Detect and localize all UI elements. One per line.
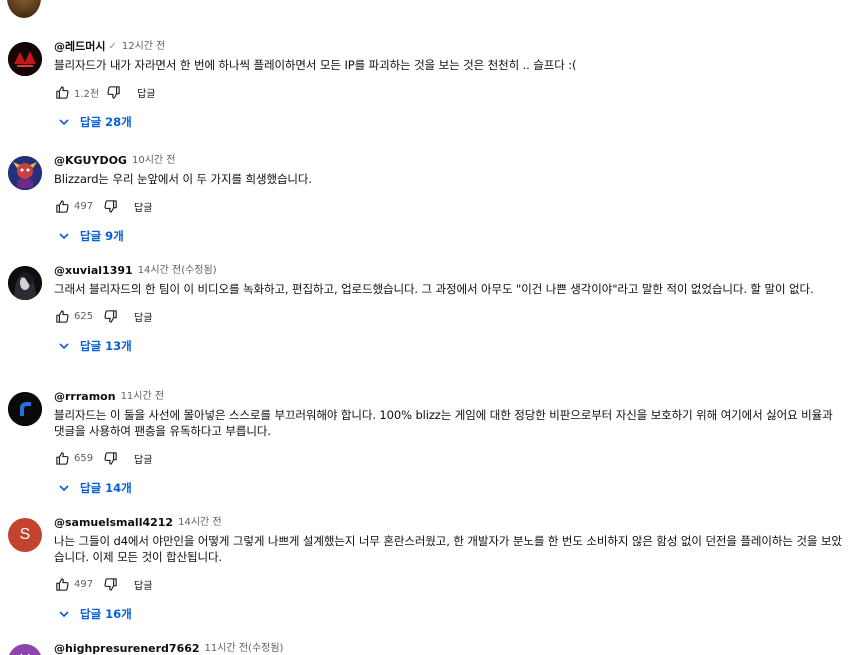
- avatar[interactable]: S: [8, 518, 42, 552]
- previous-comment-avatar[interactable]: [7, 0, 41, 18]
- avatar[interactable]: [8, 392, 42, 426]
- reply-button[interactable]: 답글: [134, 199, 152, 214]
- avatar[interactable]: H: [8, 644, 42, 655]
- character-avatar-icon: [8, 156, 42, 190]
- verified-check-icon: ✓: [108, 41, 117, 52]
- view-replies-button[interactable]: 답글 13개: [58, 336, 846, 356]
- replies-count: 답글 14개: [80, 481, 132, 495]
- comment-time[interactable]: 10시간 전: [132, 154, 176, 168]
- avatar[interactable]: [8, 266, 42, 300]
- comment-actions: 659 답글: [54, 447, 846, 469]
- avatar[interactable]: [8, 42, 42, 76]
- chevron-down-icon: [58, 116, 70, 128]
- dislike-button[interactable]: [102, 576, 118, 592]
- logo-avatar-icon: [8, 392, 42, 426]
- comment-author[interactable]: @rrramon: [54, 390, 116, 404]
- view-replies-button[interactable]: 답글 16개: [58, 604, 846, 624]
- comment-author[interactable]: @samuelsmall4212: [54, 516, 173, 530]
- red-mercy-avatar-icon: [8, 42, 42, 76]
- comment-author[interactable]: @xuvial1391: [54, 264, 133, 278]
- comment-time[interactable]: 11시간 전(수정됨): [205, 642, 284, 655]
- like-count: 497: [74, 578, 94, 590]
- chevron-down-icon: [58, 230, 70, 242]
- comment-time[interactable]: 11시간 전: [121, 390, 165, 404]
- comment-header: @xuvial1391 14시간 전(수정됨): [54, 264, 846, 278]
- chevron-down-icon: [58, 482, 70, 494]
- comment-actions: 1.2천 답글: [54, 81, 846, 103]
- thumbs-up-icon: [55, 577, 69, 591]
- thumbs-down-icon: [103, 577, 117, 591]
- view-replies-button[interactable]: 답글 9개: [58, 226, 846, 246]
- thumbs-up-icon: [55, 451, 69, 465]
- chevron-down-icon: [58, 608, 70, 620]
- chevron-down-icon: [58, 340, 70, 352]
- comment-time[interactable]: 14시간 전: [178, 516, 222, 530]
- comment-time[interactable]: 12시간 전: [122, 40, 166, 54]
- comment-actions: 497 답글: [54, 573, 846, 595]
- reply-button[interactable]: 답글: [137, 85, 155, 100]
- thumbs-up-icon: [55, 199, 69, 213]
- comment-text: 블리자드는 이 둘을 사선에 몰아넣은 스스로를 부끄러워해야 합니다. 100…: [54, 408, 833, 438]
- like-button[interactable]: [54, 576, 70, 592]
- thumbs-up-icon: [55, 85, 69, 99]
- like-count: 659: [74, 452, 94, 464]
- dislike-button[interactable]: [102, 308, 118, 324]
- view-replies-button[interactable]: 답글 14개: [58, 478, 846, 498]
- comment-text: 그래서 블리자드의 한 팀이 이 비디오를 녹화하고, 편집하고, 업로드했습니…: [54, 282, 814, 296]
- comment-author[interactable]: @highpresurenerd7662: [54, 642, 200, 655]
- comment-actions: 625 답글: [54, 305, 846, 327]
- comment-author[interactable]: @KGUYDOG: [54, 154, 127, 168]
- replies-count: 답글 16개: [80, 607, 132, 621]
- reply-button[interactable]: 답글: [134, 577, 152, 592]
- dislike-button[interactable]: [102, 198, 118, 214]
- like-button[interactable]: [54, 198, 70, 214]
- comment-header: @highpresurenerd7662 11시간 전(수정됨): [54, 642, 846, 655]
- view-replies-button[interactable]: 답글 28개: [58, 112, 846, 132]
- like-button[interactable]: [54, 84, 70, 100]
- comment-header: @KGUYDOG 10시간 전: [54, 154, 846, 168]
- thumbs-up-icon: [55, 309, 69, 323]
- like-count: 625: [74, 310, 94, 322]
- thumbs-down-icon: [107, 85, 120, 99]
- like-button[interactable]: [54, 308, 70, 324]
- dislike-button[interactable]: [105, 84, 121, 100]
- dark-character-avatar-icon: [8, 266, 42, 300]
- comment-actions: 497 답글: [54, 195, 846, 217]
- comment-header: @samuelsmall4212 14시간 전: [54, 516, 846, 530]
- comment-text: 나는 그들이 d4에서 야만인을 어떻게 그렇게 나쁘게 설계했는지 너무 혼란…: [54, 534, 842, 564]
- reply-button[interactable]: 답글: [134, 451, 152, 466]
- comment-header: @레드머시 ✓ 12시간 전: [54, 40, 846, 54]
- dislike-button[interactable]: [102, 450, 118, 466]
- avatar-letter: S: [19, 526, 31, 543]
- like-button[interactable]: [54, 450, 70, 466]
- replies-count: 답글 28개: [80, 115, 132, 129]
- replies-count: 답글 9개: [80, 229, 124, 243]
- thumbs-down-icon: [103, 451, 117, 465]
- comment-header: @rrramon 11시간 전: [54, 390, 846, 404]
- comment-time[interactable]: 14시간 전(수정됨): [138, 264, 217, 278]
- comment-text: Blizzard는 우리 눈앞에서 이 두 가지를 희생했습니다.: [54, 172, 312, 186]
- comment-author[interactable]: @레드머시: [54, 40, 105, 54]
- replies-count: 답글 13개: [80, 339, 132, 353]
- thumbs-down-icon: [103, 309, 117, 323]
- reply-button[interactable]: 답글: [134, 309, 152, 324]
- like-count: 497: [74, 200, 94, 212]
- comment-text: 블리자드가 내가 자라면서 한 번에 하나씩 플레이하면서 모든 IP를 파괴하…: [54, 58, 577, 72]
- like-count: 1.2천: [74, 88, 100, 100]
- avatar[interactable]: [8, 156, 42, 190]
- thumbs-down-icon: [103, 199, 117, 213]
